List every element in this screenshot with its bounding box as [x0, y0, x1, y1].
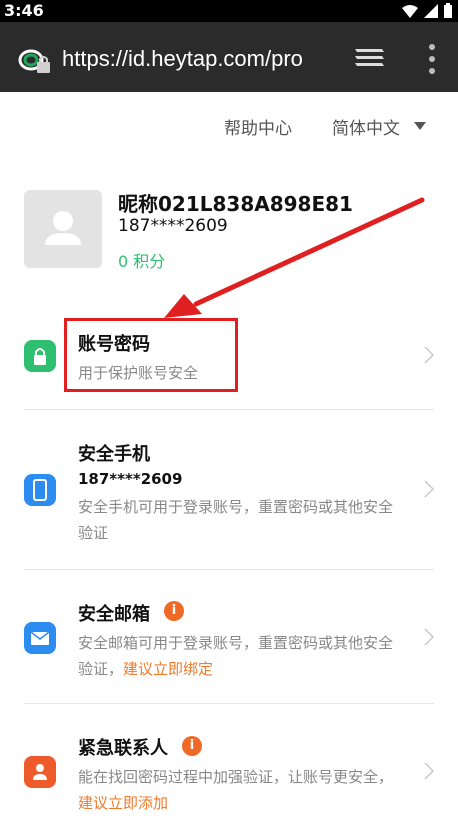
battery-icon	[444, 3, 452, 18]
row-subtitle: 安全邮箱可用于登录账号，重置密码或其他安全验证，建议立即绑定	[78, 630, 398, 682]
contact-icon	[24, 756, 56, 788]
avatar[interactable]	[24, 190, 102, 268]
security-email-row[interactable]: 安全邮箱 i 安全邮箱可用于登录账号，重置密码或其他安全验证，建议立即绑定	[0, 570, 458, 704]
chevron-right-icon	[424, 628, 434, 646]
user-silhouette-icon	[45, 211, 81, 245]
subtitle-text: 能在找回密码过程中加强验证，让账号更安全，	[78, 768, 394, 786]
row-phone: 187****2609	[78, 470, 183, 488]
points-label[interactable]: 0 积分	[118, 248, 165, 272]
nickname: 昵称021L838A898E81	[118, 192, 353, 216]
language-select[interactable]: 简体中文	[332, 114, 426, 139]
row-title: 安全邮箱	[78, 604, 150, 625]
profile-phone: 187****2609	[118, 216, 228, 236]
browser-toolbar: https://id.heytap.com/pro	[0, 22, 458, 92]
url-field[interactable]: https://id.heytap.com/pro	[62, 46, 327, 72]
help-center-link[interactable]: 帮助中心	[224, 114, 292, 139]
chevron-right-icon	[424, 346, 434, 364]
row-title: 安全手机	[78, 444, 150, 465]
add-now-link[interactable]: 建议立即添加	[78, 794, 168, 812]
status-bar: 3:46	[0, 0, 458, 22]
security-phone-row[interactable]: 安全手机 187****2609 安全手机可用于登录账号，重置密码或其他安全验证	[0, 410, 458, 570]
emergency-contact-row[interactable]: 紧急联系人 i 能在找回密码过程中加强验证，让账号更安全， 建议立即添加	[0, 704, 458, 820]
status-time: 3:46	[4, 1, 44, 20]
language-label: 简体中文	[332, 118, 400, 139]
chevron-right-icon	[424, 480, 434, 498]
row-subtitle: 安全手机可用于登录账号，重置密码或其他安全验证	[78, 498, 394, 542]
info-icon: i	[182, 736, 202, 756]
info-icon: i	[164, 601, 184, 621]
caret-down-icon	[414, 122, 426, 130]
site-lock-icon	[18, 49, 50, 73]
status-icons	[402, 3, 452, 18]
chevron-right-icon	[424, 762, 434, 780]
wifi-icon	[402, 4, 418, 18]
row-title: 紧急联系人	[78, 738, 168, 759]
tabs-icon[interactable]	[352, 44, 386, 72]
lock-icon	[24, 340, 56, 372]
signal-icon	[424, 3, 438, 18]
overflow-menu-icon[interactable]	[426, 42, 438, 76]
email-icon	[24, 622, 56, 654]
row-subtitle: 能在找回密码过程中加强验证，让账号更安全， 建议立即添加	[78, 764, 398, 816]
bind-now-link[interactable]: 建议立即绑定	[123, 660, 213, 678]
highlight-box	[64, 318, 238, 392]
phone-icon	[24, 474, 56, 506]
